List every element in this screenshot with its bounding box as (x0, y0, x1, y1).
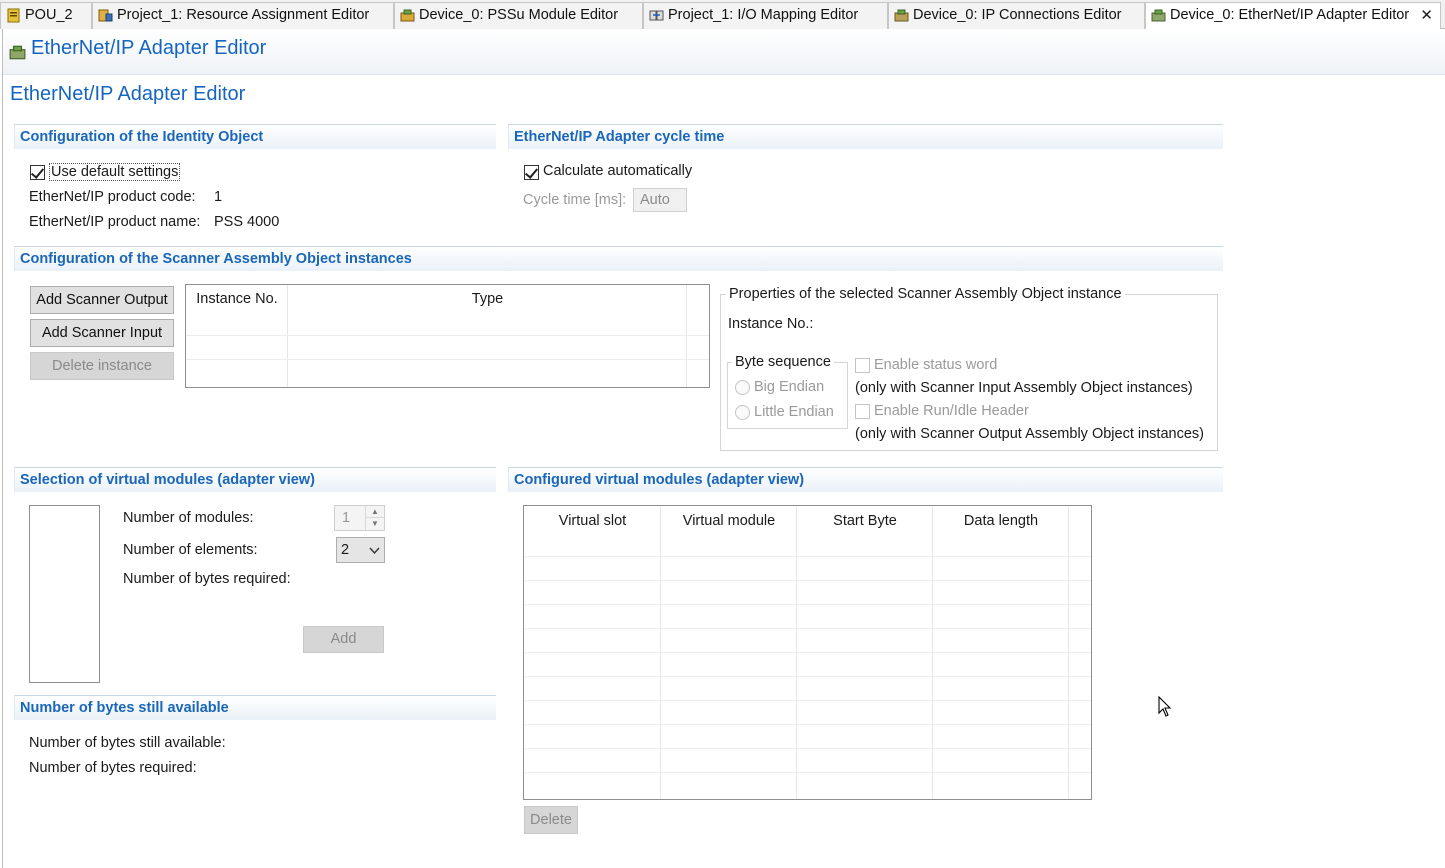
mouse-cursor-icon (1158, 696, 1172, 717)
little-endian-radio[interactable] (735, 405, 750, 420)
bytes-required-label: Number of bytes required: (29, 760, 197, 776)
delete-button[interactable]: Delete (524, 806, 578, 834)
tab-io-mapping-editor[interactable]: Project_1: I/O Mapping Editor (643, 2, 888, 29)
selection-section-header: Selection of virtual modules (adapter vi… (14, 467, 496, 492)
adapter-editor-icon (1151, 9, 1166, 22)
use-default-settings-label[interactable]: Use default settings (49, 163, 181, 181)
enable-run-idle-header-checkbox[interactable] (855, 404, 870, 419)
calculate-automatically-label[interactable]: Calculate automatically (543, 163, 692, 179)
virtual-modules-list[interactable] (29, 505, 100, 683)
product-name-label: EtherNet/IP product name: (29, 214, 201, 230)
status-word-note: (only with Scanner Input Assembly Object… (855, 380, 1193, 396)
table-row[interactable] (524, 652, 1091, 653)
instance-no-label: Instance No.: (728, 316, 814, 332)
adapter-editor-icon (9, 45, 26, 60)
scanner-section-header: Configuration of the Scanner Assembly Ob… (14, 246, 1223, 271)
configured-modules-table[interactable]: Virtual slot Virtual module Start Byte D… (523, 505, 1092, 800)
enable-run-idle-header-label: Enable Run/Idle Header (874, 403, 1029, 419)
big-endian-label: Big Endian (754, 379, 825, 395)
scanner-properties-title: Properties of the selected Scanner Assem… (726, 286, 1125, 302)
spinner-down-icon[interactable]: ▼ (365, 518, 384, 530)
enable-status-word-checkbox[interactable] (855, 358, 870, 373)
io-mapping-icon (649, 10, 664, 21)
tab-resource-assignment-editor[interactable]: Project_1: Resource Assignment Editor (92, 2, 394, 29)
column-header-data-length[interactable]: Data length (933, 513, 1069, 529)
column-header-type[interactable]: Type (288, 291, 687, 307)
close-tab-icon[interactable]: ✕ (1420, 3, 1433, 28)
cycle-time-label: Cycle time [ms]: (523, 192, 627, 208)
num-modules-label: Number of modules: (123, 510, 254, 526)
table-row[interactable] (186, 359, 709, 360)
tab-label: Device_0: IP Connections Editor (913, 7, 1122, 23)
page-title: EtherNet/IP Adapter Editor (10, 83, 246, 105)
scanner-instances-table[interactable]: Instance No. Type (185, 284, 710, 388)
column-header-instance-no[interactable]: Instance No. (186, 291, 288, 307)
table-row[interactable] (524, 724, 1091, 725)
enable-status-word-label: Enable status word (874, 357, 998, 373)
table-row[interactable] (524, 556, 1091, 557)
tab-pssu-module-editor[interactable]: Device_0: PSSu Module Editor (394, 2, 643, 29)
table-row[interactable] (524, 676, 1091, 677)
identity-section-header: Configuration of the Identity Object (14, 124, 496, 149)
module-editor-icon (400, 9, 415, 22)
cycle-time-section-header: EtherNet/IP Adapter cycle time (508, 124, 1223, 149)
tab-pou-2[interactable]: POU_2 (0, 2, 92, 29)
table-row[interactable] (186, 335, 709, 336)
product-name-value: PSS 4000 (214, 214, 280, 230)
little-endian-label: Little Endian (754, 404, 834, 420)
editor-header-title: EtherNet/IP Adapter Editor (31, 37, 267, 59)
num-elements-select[interactable]: 2 (336, 537, 385, 563)
table-row[interactable] (524, 604, 1091, 605)
product-code-label: EtherNet/IP product code: (29, 189, 196, 205)
num-modules-spinner[interactable]: 1 ▲ ▼ (334, 505, 385, 531)
num-elements-value: 2 (341, 542, 350, 558)
add-scanner-input-button[interactable]: Add Scanner Input (30, 319, 174, 347)
table-row[interactable] (524, 700, 1091, 701)
add-scanner-output-button[interactable]: Add Scanner Output (30, 286, 174, 314)
use-default-settings-checkbox[interactable] (30, 165, 45, 180)
editor-header: EtherNet/IP Adapter Editor (3, 30, 1445, 75)
available-section-header: Number of bytes still available (14, 695, 496, 720)
column-header-virtual-module[interactable]: Virtual module (661, 513, 797, 529)
tab-label: Device_0: PSSu Module Editor (419, 7, 619, 23)
editor-tab-bar: POU_2 Project_1: Resource Assignment Edi… (0, 0, 1445, 30)
tab-ethernet-ip-adapter-editor[interactable]: Device_0: EtherNet/IP Adapter Editor ✕ (1145, 2, 1441, 30)
ip-connections-icon (894, 9, 909, 22)
cycle-time-value: Auto (640, 192, 670, 208)
product-code-value: 1 (214, 189, 223, 205)
tab-label: Device_0: EtherNet/IP Adapter Editor (1170, 7, 1410, 23)
tab-label: Project_1: I/O Mapping Editor (668, 7, 859, 23)
column-header-start-byte[interactable]: Start Byte (797, 513, 933, 529)
table-row[interactable] (524, 628, 1091, 629)
num-modules-value: 1 (342, 510, 351, 526)
byte-sequence-title: Byte sequence (732, 354, 834, 370)
configured-section-header: Configured virtual modules (adapter view… (508, 467, 1223, 492)
pou-icon (7, 8, 20, 23)
chevron-down-icon (369, 547, 380, 555)
run-idle-note: (only with Scanner Output Assembly Objec… (855, 426, 1204, 442)
resource-assignment-icon (98, 9, 113, 22)
table-row[interactable] (524, 748, 1091, 749)
num-elements-label: Number of elements: (123, 542, 258, 558)
table-row[interactable] (524, 580, 1091, 581)
spinner-up-icon[interactable]: ▲ (365, 506, 384, 518)
tab-label: Project_1: Resource Assignment Editor (117, 7, 370, 23)
big-endian-radio[interactable] (735, 380, 750, 395)
bytes-still-available-label: Number of bytes still available: (29, 735, 226, 751)
tab-ip-connections-editor[interactable]: Device_0: IP Connections Editor (888, 2, 1145, 29)
calculate-automatically-checkbox[interactable] (524, 165, 539, 180)
add-button[interactable]: Add (303, 626, 384, 653)
delete-instance-button[interactable]: Delete instance (30, 352, 174, 380)
tab-label: POU_2 (25, 7, 73, 23)
table-row[interactable] (524, 772, 1091, 773)
bytes-required-label: Number of bytes required: (123, 571, 291, 587)
column-header-virtual-slot[interactable]: Virtual slot (524, 513, 661, 529)
cycle-time-input[interactable]: Auto (633, 188, 687, 212)
